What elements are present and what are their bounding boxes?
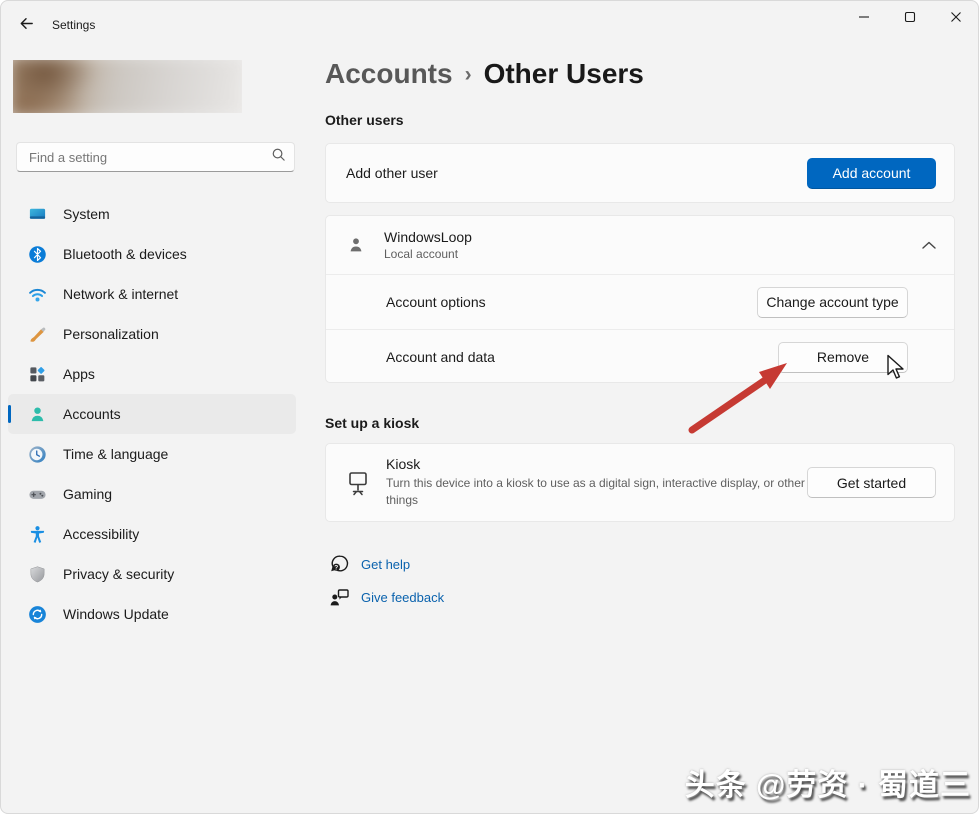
sidebar-item-label: Windows Update: [63, 606, 169, 622]
accessibility-icon: [28, 525, 47, 544]
remove-button[interactable]: Remove: [778, 342, 908, 373]
get-help-label: Get help: [361, 557, 410, 572]
add-other-user-row: Add other user Add account: [325, 143, 955, 203]
give-feedback-link[interactable]: Give feedback: [328, 586, 444, 608]
app-title: Settings: [52, 18, 95, 32]
close-button[interactable]: [933, 0, 979, 36]
sidebar-item-label: Gaming: [63, 486, 112, 502]
clock-globe-icon: [28, 445, 47, 464]
give-feedback-label: Give feedback: [361, 590, 444, 605]
sidebar-item-label: Bluetooth & devices: [63, 246, 187, 262]
sidebar-item-gaming[interactable]: Gaming: [8, 474, 296, 514]
account-data-label: Account and data: [386, 349, 778, 365]
get-started-button[interactable]: Get started: [807, 467, 936, 498]
sidebar-item-privacy-security[interactable]: Privacy & security: [8, 554, 296, 594]
user-profile-blurred: [13, 60, 242, 113]
sidebar-item-accounts[interactable]: Accounts: [8, 394, 296, 434]
kiosk-title: Kiosk: [386, 456, 807, 472]
help-bubble-icon: ?: [328, 553, 350, 575]
page-title: Other Users: [484, 58, 644, 89]
feedback-icon: [328, 586, 350, 608]
account-data-row: Account and data Remove: [326, 329, 954, 384]
kiosk-description: Turn this device into a kiosk to use as …: [386, 475, 807, 510]
wifi-icon: [28, 285, 47, 304]
kiosk-icon: [346, 470, 370, 496]
sidebar-item-label: Network & internet: [63, 286, 178, 302]
chevron-up-icon: [922, 241, 936, 249]
apps-icon: [28, 365, 47, 384]
search-icon: [271, 147, 286, 167]
sidebar-nav: System Bluetooth & devices Network & int…: [8, 194, 296, 634]
gamepad-icon: [28, 485, 47, 504]
profile-blur-image: [13, 60, 242, 113]
accounts-icon: [28, 405, 47, 424]
sidebar-item-label: Personalization: [63, 326, 159, 342]
svg-text:?: ?: [334, 565, 338, 572]
paintbrush-icon: [28, 325, 47, 344]
sidebar-item-time-language[interactable]: Time & language: [8, 434, 296, 474]
account-type: Local account: [384, 247, 922, 261]
sidebar-item-label: Privacy & security: [63, 566, 174, 582]
close-icon: [950, 11, 962, 26]
account-options-label: Account options: [386, 294, 757, 310]
maximize-icon: [904, 11, 916, 26]
bluetooth-icon: [28, 245, 47, 264]
shield-icon: [28, 565, 47, 584]
change-account-type-button[interactable]: Change account type: [757, 287, 908, 318]
sidebar-item-label: Accounts: [63, 406, 121, 422]
kiosk-card: Kiosk Turn this device into a kiosk to u…: [325, 443, 955, 522]
system-icon: [28, 205, 47, 224]
back-button[interactable]: [13, 13, 39, 37]
sidebar-item-windows-update[interactable]: Windows Update: [8, 594, 296, 634]
sidebar-item-label: Accessibility: [63, 526, 139, 542]
watermark-text: 头条 @劳资 · 蜀道三: [685, 760, 971, 804]
selection-indicator: [8, 405, 11, 423]
search-input[interactable]: [27, 149, 271, 166]
get-help-link[interactable]: ? Get help: [328, 553, 410, 575]
person-icon: [346, 235, 366, 255]
window-controls: [841, 0, 979, 36]
maximize-button[interactable]: [887, 0, 933, 36]
account-identity: WindowsLoop Local account: [384, 229, 922, 261]
back-arrow-icon: [18, 15, 35, 35]
settings-window: Settings System Blueto: [0, 0, 979, 814]
sidebar-item-system[interactable]: System: [8, 194, 296, 234]
kiosk-heading: Set up a kiosk: [325, 415, 419, 431]
sidebar-item-label: System: [63, 206, 110, 222]
minimize-icon: [858, 11, 870, 26]
add-account-button[interactable]: Add account: [807, 158, 936, 189]
sidebar-item-network-internet[interactable]: Network & internet: [8, 274, 296, 314]
kiosk-text: Kiosk Turn this device into a kiosk to u…: [386, 456, 807, 510]
account-card: WindowsLoop Local account Account option…: [325, 215, 955, 383]
sidebar-item-personalization[interactable]: Personalization: [8, 314, 296, 354]
add-other-user-label: Add other user: [346, 165, 807, 181]
sidebar-item-label: Apps: [63, 366, 95, 382]
breadcrumb-accounts[interactable]: Accounts: [325, 58, 453, 89]
breadcrumb: Accounts › Other Users: [325, 58, 644, 90]
account-name: WindowsLoop: [384, 229, 922, 245]
search-box: [16, 142, 295, 172]
update-icon: [28, 605, 47, 624]
sidebar-item-apps[interactable]: Apps: [8, 354, 296, 394]
account-header-row[interactable]: WindowsLoop Local account: [326, 216, 954, 274]
account-options-row: Account options Change account type: [326, 274, 954, 329]
sidebar-item-bluetooth-devices[interactable]: Bluetooth & devices: [8, 234, 296, 274]
other-users-heading: Other users: [325, 112, 404, 128]
breadcrumb-separator: ›: [465, 63, 472, 86]
sidebar-item-label: Time & language: [63, 446, 168, 462]
sidebar-item-accessibility[interactable]: Accessibility: [8, 514, 296, 554]
minimize-button[interactable]: [841, 0, 887, 36]
